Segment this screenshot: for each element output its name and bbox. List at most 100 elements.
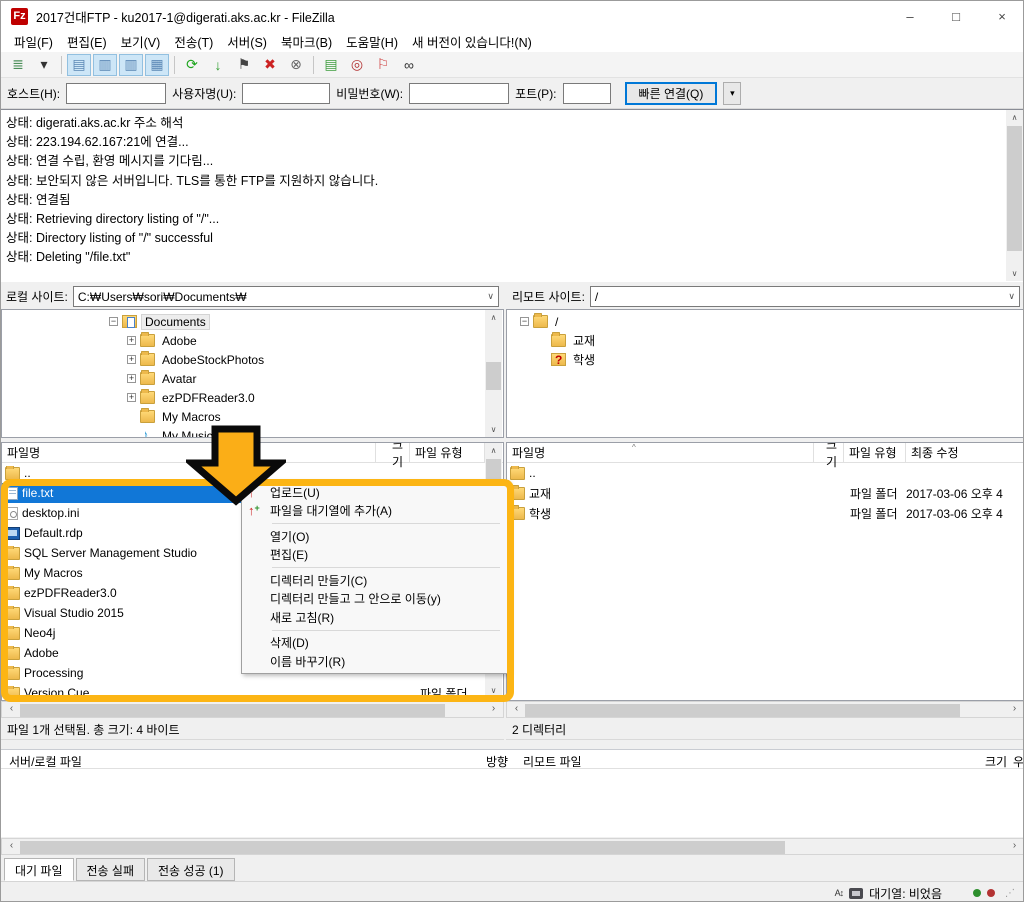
refresh-button[interactable]: ⟳ xyxy=(180,54,204,76)
tree-item[interactable]: AdobeStockPhotos xyxy=(127,350,503,369)
resize-grip[interactable]: ⋰ xyxy=(1005,888,1015,899)
tree-expander[interactable] xyxy=(109,317,118,326)
tree-expander[interactable] xyxy=(520,317,529,326)
process-queue-button[interactable]: ↓ xyxy=(206,54,230,76)
tree-item[interactable]: Documents xyxy=(109,312,503,331)
column-filetype[interactable]: 파일 유형 xyxy=(410,443,485,463)
column-filetype[interactable]: 파일 유형 xyxy=(844,443,906,463)
queue-hscrollbar[interactable]: ‹ › xyxy=(1,838,1024,855)
file-row[interactable]: 학생 파일 폴더 2017-03-06 오후 4 xyxy=(507,503,1024,523)
column-modified[interactable]: 최종 수정 xyxy=(906,443,1024,463)
queue-tab[interactable]: 전송 성공 (1) xyxy=(147,858,235,881)
scroll-up-icon[interactable]: ∧ xyxy=(1006,110,1023,125)
tree-expander[interactable] xyxy=(127,374,136,383)
remote-hscrollbar[interactable]: ‹ › xyxy=(506,701,1024,718)
scroll-right-icon[interactable]: › xyxy=(1007,703,1022,717)
tree-item[interactable]: 학생 xyxy=(538,350,1024,369)
host-input[interactable] xyxy=(66,83,166,104)
tree-expander[interactable] xyxy=(127,393,136,402)
menu-item[interactable]: 파일(F) xyxy=(7,30,60,53)
menu-item[interactable]: 새 버전이 있습니다!(N) xyxy=(405,30,539,53)
close-button[interactable]: × xyxy=(979,1,1024,31)
tree-item[interactable]: 교재 xyxy=(538,331,1024,350)
tree-item[interactable]: My Macros xyxy=(127,407,503,426)
menu-item[interactable]: 편집(E) xyxy=(60,30,114,53)
file-row[interactable]: Version Cue 파일 폴더 xyxy=(2,683,503,701)
site-manager-dropdown[interactable]: ▾ xyxy=(32,54,56,76)
speedlimit-icon[interactable] xyxy=(849,888,863,899)
scroll-left-icon[interactable]: ‹ xyxy=(509,703,524,717)
scroll-down-icon[interactable]: ∨ xyxy=(485,683,502,698)
column-size[interactable]: 크기 xyxy=(985,753,1007,770)
return-to-queue-flag-button[interactable]: ⚑ xyxy=(232,54,256,76)
menu-item[interactable]: 전송(T) xyxy=(167,30,220,53)
toggle-remote-tree-button[interactable]: ▥ xyxy=(119,54,143,76)
queue-tab[interactable]: 대기 파일 xyxy=(4,858,74,881)
column-size[interactable]: 크기 xyxy=(814,443,844,463)
sync-browsing-button[interactable]: ⚐ xyxy=(371,54,395,76)
remote-site-combobox[interactable]: /∨ xyxy=(590,286,1020,307)
scroll-left-icon[interactable]: ‹ xyxy=(4,840,19,854)
context-menu-item[interactable]: 새로 고침(R) xyxy=(242,608,508,627)
file-icon xyxy=(5,467,20,480)
maximize-button[interactable]: □ xyxy=(933,1,979,31)
folder-icon xyxy=(140,353,155,366)
context-menu-item[interactable]: ↑ 업로드(U) xyxy=(242,483,508,502)
column-filename[interactable]: 파일명 xyxy=(507,443,814,463)
toggle-local-tree-button[interactable]: ▥ xyxy=(93,54,117,76)
local-site-combobox[interactable]: C:₩Users₩sori₩Documents₩∨ xyxy=(73,286,499,307)
tree-item[interactable]: Adobe xyxy=(127,331,503,350)
find-files-button[interactable]: ∞ xyxy=(397,54,421,76)
port-input[interactable] xyxy=(563,83,611,104)
local-hscrollbar[interactable]: ‹ › xyxy=(1,701,504,718)
file-row[interactable]: 교재 파일 폴더 2017-03-06 오후 4 xyxy=(507,483,1024,503)
tree-item[interactable]: My Music xyxy=(127,426,503,438)
toggle-log-button[interactable]: ▤ xyxy=(67,54,91,76)
context-menu-item[interactable]: ↑ 파일을 대기열에 추가(A) xyxy=(242,502,508,521)
quickconnect-button[interactable]: 빠른 연결(Q) xyxy=(625,82,718,105)
tree-item[interactable]: ezPDFReader3.0 xyxy=(127,388,503,407)
tree-expander[interactable] xyxy=(127,336,136,345)
scroll-left-icon[interactable]: ‹ xyxy=(4,703,19,717)
password-input[interactable] xyxy=(409,83,509,104)
tree-expander[interactable] xyxy=(127,355,136,364)
minimize-button[interactable]: – xyxy=(887,1,933,31)
username-input[interactable] xyxy=(242,83,330,104)
menu-item[interactable]: 도움말(H) xyxy=(339,30,405,53)
file-row[interactable]: .. xyxy=(507,463,1024,483)
context-menu-item[interactable]: 디렉터리 만들고 그 안으로 이동(y) xyxy=(242,590,508,609)
toggle-queue-button[interactable]: ▦ xyxy=(145,54,169,76)
log-scrollbar[interactable]: ∧ ∨ xyxy=(1006,110,1023,281)
site-manager-button[interactable]: ≣ xyxy=(6,54,30,76)
context-menu-item[interactable]: 삭제(D) xyxy=(242,634,508,653)
column-size[interactable]: 크기 xyxy=(376,443,410,463)
transfer-type-icon[interactable]: A↕ xyxy=(835,888,844,898)
scroll-up-icon[interactable]: ∧ xyxy=(485,310,502,325)
quickconnect-dropdown[interactable]: ▾ xyxy=(723,82,741,105)
scroll-right-icon[interactable]: › xyxy=(1007,840,1022,854)
context-menu-item[interactable]: 디렉터리 만들기(C) xyxy=(242,571,508,590)
disconnect-button[interactable]: ⊗ xyxy=(284,54,308,76)
column-local-file[interactable]: 서버/로컬 파일 xyxy=(9,753,82,770)
menu-item[interactable]: 보기(V) xyxy=(114,30,168,53)
context-menu-item[interactable]: 이름 바꾸기(R) xyxy=(242,652,508,671)
filter-button[interactable]: ▤ xyxy=(319,54,343,76)
menu-item[interactable]: 북마크(B) xyxy=(274,30,339,53)
context-menu-item[interactable]: 편집(E) xyxy=(242,546,508,565)
compare-directories-button[interactable]: ◎ xyxy=(345,54,369,76)
context-menu-item[interactable]: 열기(O) xyxy=(242,527,508,546)
tree-item[interactable]: / xyxy=(520,312,1024,331)
column-remote-file[interactable]: 리모트 파일 xyxy=(523,753,582,770)
local-tree-scrollbar[interactable]: ∧ ∨ xyxy=(485,310,502,437)
menu-item[interactable]: 서버(S) xyxy=(220,30,274,53)
scroll-up-icon[interactable]: ∧ xyxy=(485,443,502,458)
scroll-down-icon[interactable]: ∨ xyxy=(485,422,502,437)
column-filename[interactable]: 파일명 xyxy=(2,443,376,463)
column-direction[interactable]: 방향 xyxy=(486,753,508,770)
queue-tab[interactable]: 전송 실패 xyxy=(76,858,146,881)
folder-icon xyxy=(551,334,566,347)
scroll-right-icon[interactable]: › xyxy=(486,703,501,717)
cancel-operation-button[interactable]: ✖ xyxy=(258,54,282,76)
tree-item[interactable]: Avatar xyxy=(127,369,503,388)
scroll-down-icon[interactable]: ∨ xyxy=(1006,266,1023,281)
